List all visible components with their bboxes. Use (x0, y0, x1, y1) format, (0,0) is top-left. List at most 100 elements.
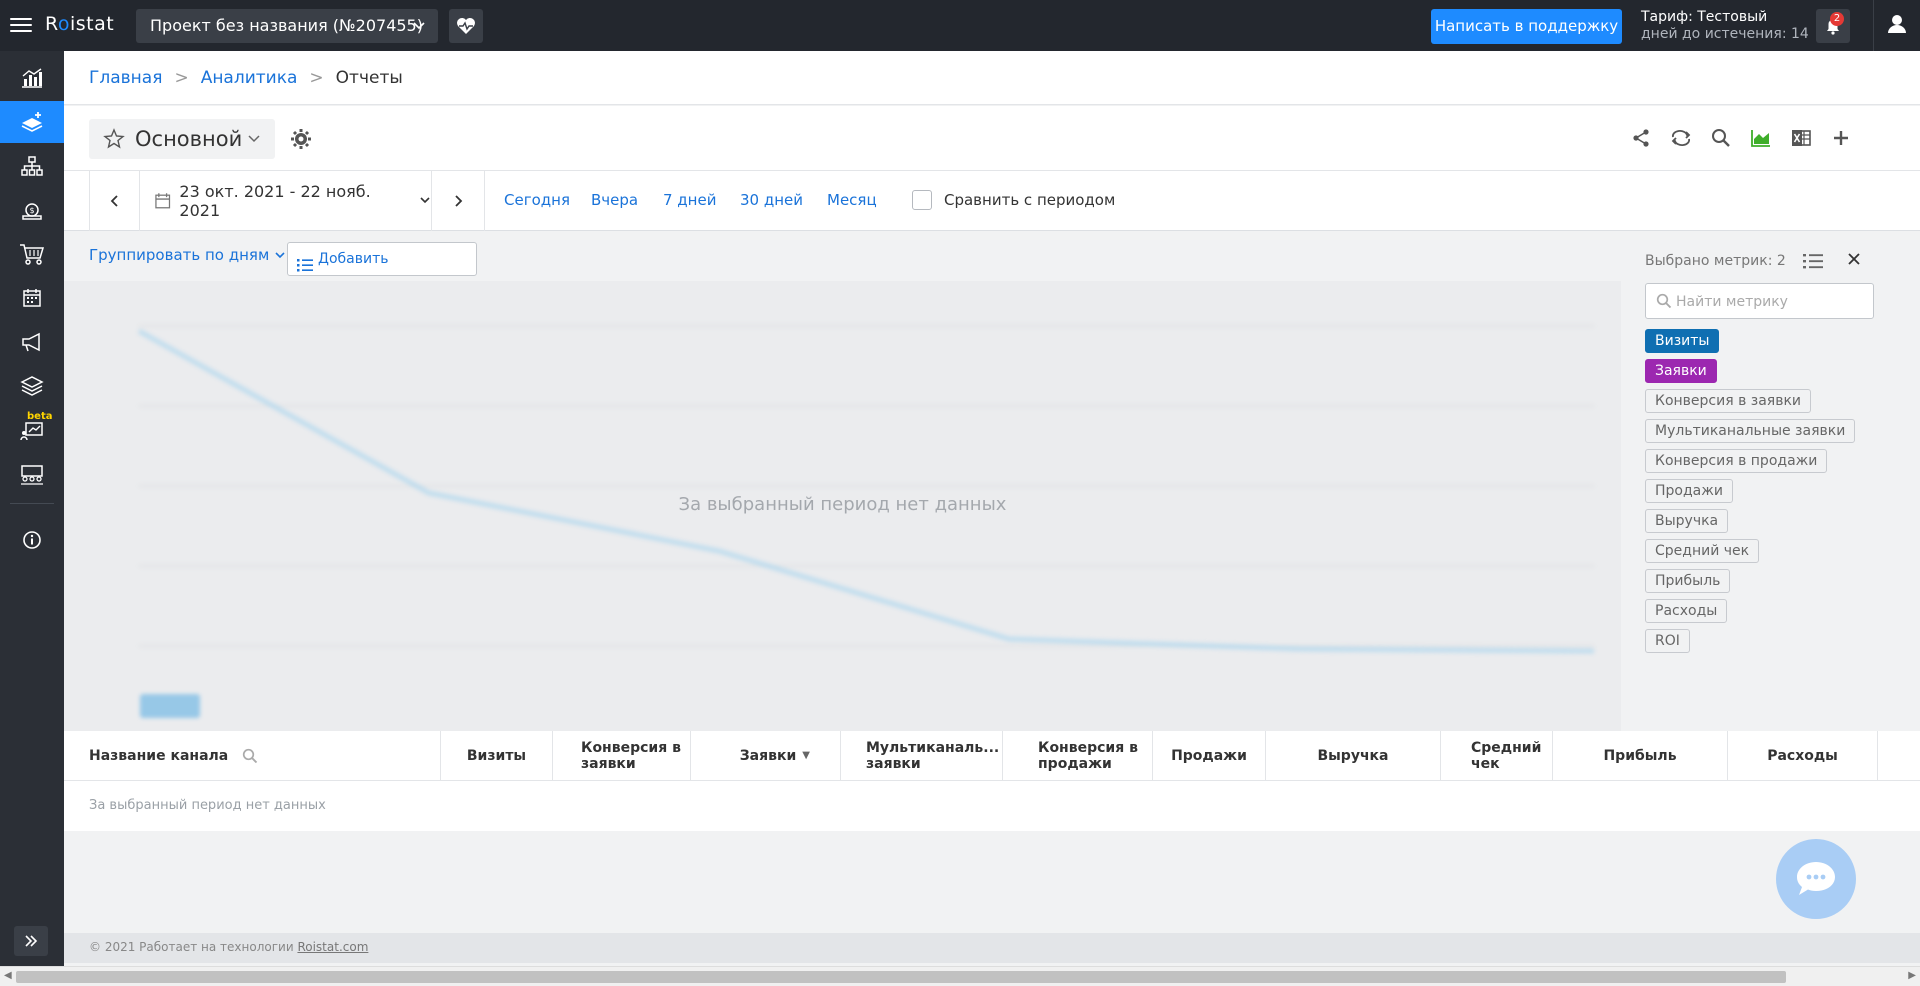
close-icon[interactable] (1847, 251, 1861, 270)
metric-search-field[interactable] (1645, 283, 1874, 319)
metric-search-input[interactable] (1676, 291, 1866, 313)
table-header: Название канала Визиты Конверсия в заявк… (64, 731, 1920, 781)
footer-link[interactable]: Roistat.com (297, 940, 368, 954)
scroll-right-icon[interactable]: ▶ (1908, 970, 1916, 981)
project-name: Проект без названия (№207455) (150, 16, 423, 35)
period-yesterday-link[interactable]: Вчера (591, 191, 638, 209)
support-button[interactable]: Написать в поддержку (1431, 9, 1622, 44)
column-header-costs[interactable]: Расходы (1727, 731, 1877, 781)
notifications-button[interactable]: 2 (1816, 9, 1850, 43)
sidebar-item-team[interactable] (0, 453, 64, 495)
share-icon[interactable] (1629, 126, 1653, 150)
footer: © 2021 Работает на технологии Roistat.co… (64, 933, 1920, 963)
metrics-selected-count: Выбрано метрик: 2 (1645, 253, 1786, 269)
metric-tag-costs[interactable]: Расходы (1645, 599, 1728, 623)
add-activity-button[interactable]: Добавить активность (287, 242, 477, 299)
sidebar-item-money[interactable]: $ (0, 189, 64, 231)
layers-add-icon (21, 112, 43, 132)
metric-tag-multichannel-leads[interactable]: Мультиканальные заявки (1645, 419, 1856, 443)
sidebar-item-analytics[interactable] (0, 57, 64, 99)
excel-icon[interactable] (1789, 126, 1813, 150)
tariff-name: Тариф: Тестовый (1641, 9, 1768, 25)
chart-legend-chip[interactable] (140, 694, 200, 718)
sidebar-item-info[interactable] (0, 519, 64, 561)
user-icon[interactable] (1873, 0, 1920, 51)
horizontal-scrollbar[interactable]: ◀ ▶ (0, 966, 1920, 986)
column-header-sales[interactable]: Продажи (1152, 731, 1265, 781)
period-today-link[interactable]: Сегодня (504, 191, 570, 209)
report-tools (1629, 126, 1853, 150)
column-header-leads[interactable]: Заявки ▼ (690, 731, 840, 781)
column-header-channel[interactable]: Название канала (89, 731, 440, 781)
svg-text:$: $ (29, 206, 34, 215)
period-month-link[interactable]: Месяц (827, 191, 877, 209)
chart-area: За выбранный период нет данных (64, 281, 1621, 731)
column-header-multichannel[interactable]: Мультиканаль... заявки (840, 731, 1002, 781)
period-30days-link[interactable]: 30 дней (740, 191, 803, 209)
scrollbar-thumb[interactable] (16, 971, 1786, 983)
column-header-average-check[interactable]: Средний чек (1440, 731, 1552, 781)
metric-tag-revenue[interactable]: Выручка (1645, 509, 1729, 533)
column-header-profit[interactable]: Прибыль (1552, 731, 1727, 781)
compare-label: Сравнить с периодом (944, 191, 1116, 209)
column-header-sales-conversion[interactable]: Конверсия в продажи (1002, 731, 1152, 781)
cart-icon (20, 244, 45, 265)
sidebar-expand-button[interactable] (14, 926, 48, 956)
scroll-left-icon[interactable]: ◀ (4, 970, 12, 981)
notification-badge: 2 (1830, 12, 1844, 26)
column-header-visits[interactable]: Визиты (440, 731, 552, 781)
breadcrumb-analytics[interactable]: Аналитика (201, 68, 298, 88)
sidebar-divider (10, 503, 54, 504)
calendar-icon (155, 193, 171, 209)
project-select[interactable]: Проект без названия (№207455) (136, 9, 438, 43)
sidebar: $ beta (0, 51, 64, 986)
sidebar-item-structure[interactable] (0, 145, 64, 187)
search-icon[interactable] (1709, 126, 1733, 150)
heart-monitor-icon[interactable] (449, 9, 483, 43)
search-icon[interactable] (242, 748, 258, 764)
metric-tag-leads[interactable]: Заявки (1645, 359, 1717, 383)
plus-icon[interactable] (1829, 126, 1853, 150)
group-by-label: Группировать по дням (89, 246, 270, 264)
beta-badge: beta (27, 411, 53, 422)
placeholder-line (137, 328, 1595, 654)
metric-tag-visits[interactable]: Визиты (1645, 329, 1720, 353)
sidebar-item-marketing[interactable] (0, 321, 64, 363)
metric-tag-sales[interactable]: Продажи (1645, 479, 1733, 503)
area-chart-icon[interactable] (1749, 126, 1773, 150)
sidebar-item-reports[interactable] (0, 101, 64, 143)
menu-icon[interactable] (10, 14, 32, 36)
sidebar-item-layers[interactable] (0, 365, 64, 407)
report-select[interactable]: Основной (89, 119, 275, 159)
metric-tag-average-check[interactable]: Средний чек (1645, 539, 1760, 563)
star-icon[interactable] (103, 119, 125, 172)
compare-period-toggle[interactable]: Сравнить с периодом (912, 190, 1115, 210)
sidebar-item-calendar[interactable] (0, 277, 64, 319)
list-icon[interactable] (1803, 253, 1823, 273)
days-left: дней до истечения: 14 (1641, 26, 1809, 42)
gear-icon[interactable] (290, 128, 312, 154)
column-header-lead-conversion[interactable]: Конверсия в заявки (552, 731, 690, 781)
compare-checkbox[interactable] (912, 190, 932, 210)
metric-tag-lead-conversion[interactable]: Конверсия в заявки (1645, 389, 1812, 413)
period-range-select[interactable]: 23 окт. 2021 - 22 нояб. 2021 (140, 171, 431, 231)
top-bar: Roistat Проект без названия (№207455) На… (0, 0, 1920, 51)
double-chevron-right-icon (25, 935, 38, 947)
chevron-down-icon (412, 9, 426, 56)
metrics-panel: Выбрано метрик: 2 Визиты Заявки Конверси… (1621, 231, 1920, 731)
sidebar-item-orders[interactable] (0, 233, 64, 275)
logo[interactable]: Roistat (45, 13, 114, 35)
chat-button[interactable] (1776, 839, 1856, 919)
report-header: Основной (64, 106, 1920, 170)
period-next-button[interactable] (431, 171, 485, 231)
sync-icon[interactable] (1669, 126, 1693, 150)
metric-tag-sales-conversion[interactable]: Конверсия в продажи (1645, 449, 1828, 473)
group-by-select[interactable]: Группировать по дням (89, 246, 286, 264)
metric-tag-roi[interactable]: ROI (1645, 629, 1690, 653)
metric-tag-profit[interactable]: Прибыль (1645, 569, 1731, 593)
breadcrumb-home[interactable]: Главная (89, 68, 162, 88)
tariff-info[interactable]: Тариф: Тестовый дней до истечения: 14 (1641, 9, 1809, 42)
period-prev-button[interactable] (89, 171, 140, 231)
period-7days-link[interactable]: 7 дней (663, 191, 716, 209)
column-header-revenue[interactable]: Выручка (1265, 731, 1440, 781)
